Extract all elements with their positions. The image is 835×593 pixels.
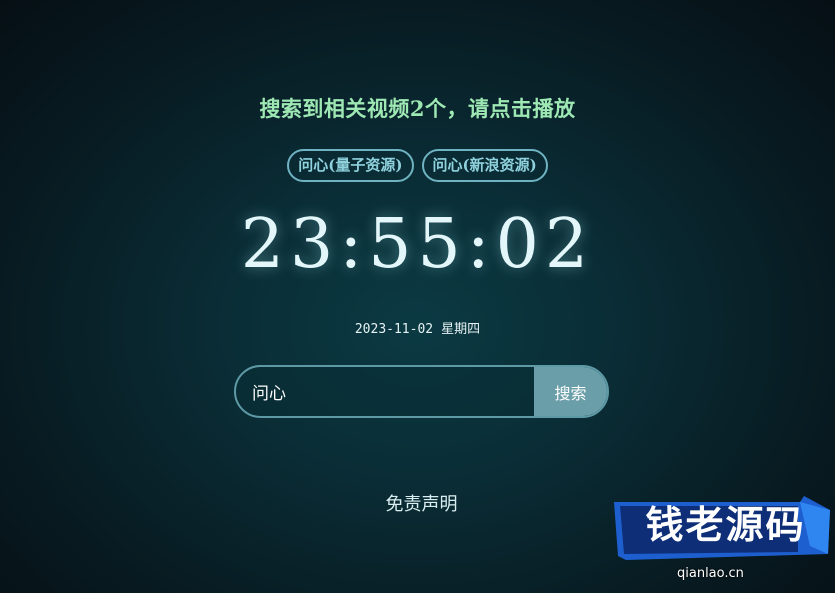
- result-title: 搜索到相关视频2个，请点击播放: [259, 96, 576, 121]
- source-list: 问心(量子资源) 问心(新浪资源): [0, 149, 835, 182]
- watermark-domain: qianlao.cn: [677, 566, 744, 581]
- search-form: 搜索: [234, 365, 609, 418]
- date-line: 2023-11-02 星期四: [0, 318, 835, 337]
- clock-time: 23:55:02: [240, 205, 595, 284]
- weekday-text: 星期四: [441, 322, 481, 337]
- search-input[interactable]: [236, 367, 534, 416]
- watermark-text: 钱老源码: [645, 503, 806, 547]
- watermark-logo: 钱老源码 qianlao.cn: [611, 486, 835, 593]
- search-button[interactable]: 搜索: [534, 367, 607, 416]
- source-link-xinlang[interactable]: 问心(新浪资源): [421, 149, 548, 182]
- page-root: 搜索到相关视频2个，请点击播放 问心(量子资源) 问心(新浪资源) 23:55:…: [0, 0, 835, 593]
- date-text: 2023-11-02: [354, 322, 434, 337]
- source-link-liangzi[interactable]: 问心(量子资源): [287, 149, 414, 182]
